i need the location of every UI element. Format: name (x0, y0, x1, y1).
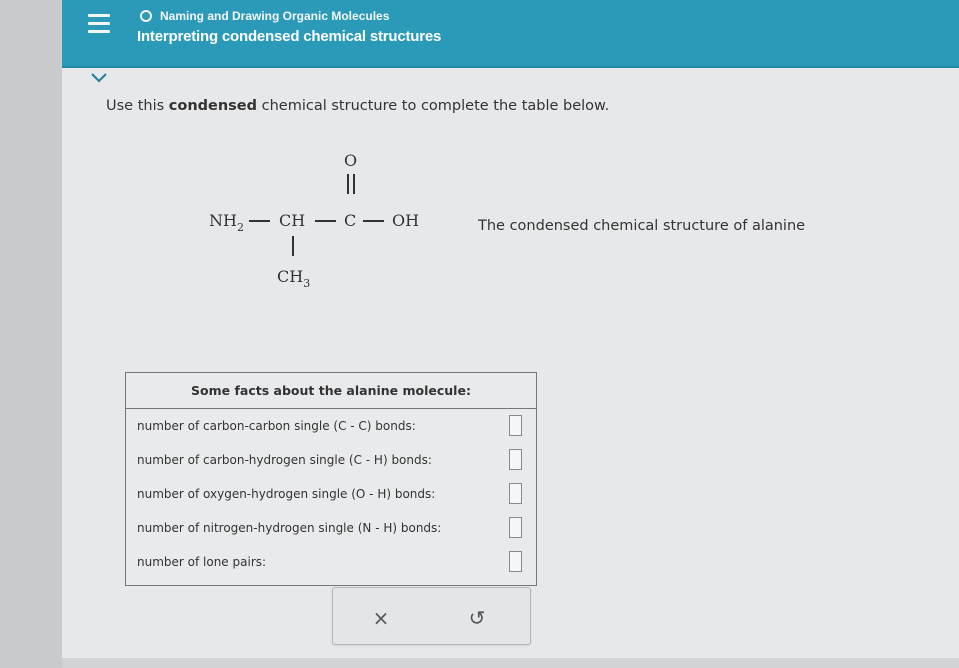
cc-bonds-input[interactable] (509, 415, 522, 436)
ch-bonds-input[interactable] (509, 449, 522, 470)
bottom-bar (62, 658, 959, 668)
ch3-group: CH3 (277, 267, 310, 290)
hamburger-icon (88, 13, 110, 17)
row-label: number of carbon-carbon single (C - C) b… (137, 419, 416, 433)
undo-button[interactable]: ↺ (464, 605, 490, 631)
table-heading: Some facts about the alanine molecule: (126, 373, 536, 409)
row-label: number of lone pairs: (137, 555, 267, 569)
menu-button[interactable] (84, 8, 114, 38)
alanine-structure: NH2 CH C OH O CH3 (209, 151, 419, 290)
nh2-group: NH2 (209, 211, 244, 234)
clear-button[interactable]: × (368, 605, 394, 631)
collapse-button[interactable] (84, 68, 114, 88)
ch-group: CH (279, 211, 305, 230)
chevron-down-icon (91, 73, 107, 83)
structure-caption: The condensed chemical structure of alan… (478, 218, 806, 234)
row-label: number of nitrogen-hydrogen single (N - … (137, 521, 442, 535)
table-row: number of nitrogen-hydrogen single (N - … (126, 511, 536, 545)
carbonyl-oxygen: O (344, 151, 357, 170)
page-title: Interpreting condensed chemical structur… (137, 28, 442, 45)
row-label: number of oxygen-hydrogen single (O - H)… (137, 487, 436, 501)
lone-pairs-input[interactable] (509, 551, 522, 572)
oh-group: OH (392, 211, 419, 230)
undo-icon: ↺ (468, 606, 486, 630)
left-margin (0, 0, 62, 668)
table-row: number of lone pairs: (126, 545, 536, 579)
question-instruction: Use this condensed chemical structure to… (106, 98, 610, 114)
facts-table: Some facts about the alanine molecule: n… (125, 372, 537, 586)
table-row: number of carbon-hydrogen single (C - H)… (126, 443, 536, 477)
topic-row: Naming and Drawing Organic Molecules (140, 9, 389, 23)
answer-actions: × ↺ (332, 587, 531, 645)
row-label: number of carbon-hydrogen single (C - H)… (137, 453, 432, 467)
circle-icon (140, 10, 152, 22)
nh-bonds-input[interactable] (509, 517, 522, 538)
header-bar: Naming and Drawing Organic Molecules Int… (62, 0, 959, 68)
question-area: Use this condensed chemical structure to… (62, 68, 959, 658)
carbonyl-carbon: C (344, 211, 356, 230)
oh-bonds-input[interactable] (509, 483, 522, 504)
topic-label: Naming and Drawing Organic Molecules (160, 9, 390, 23)
table-row: number of oxygen-hydrogen single (O - H)… (126, 477, 536, 511)
close-icon: × (372, 606, 390, 630)
table-row: number of carbon-carbon single (C - C) b… (126, 409, 536, 443)
